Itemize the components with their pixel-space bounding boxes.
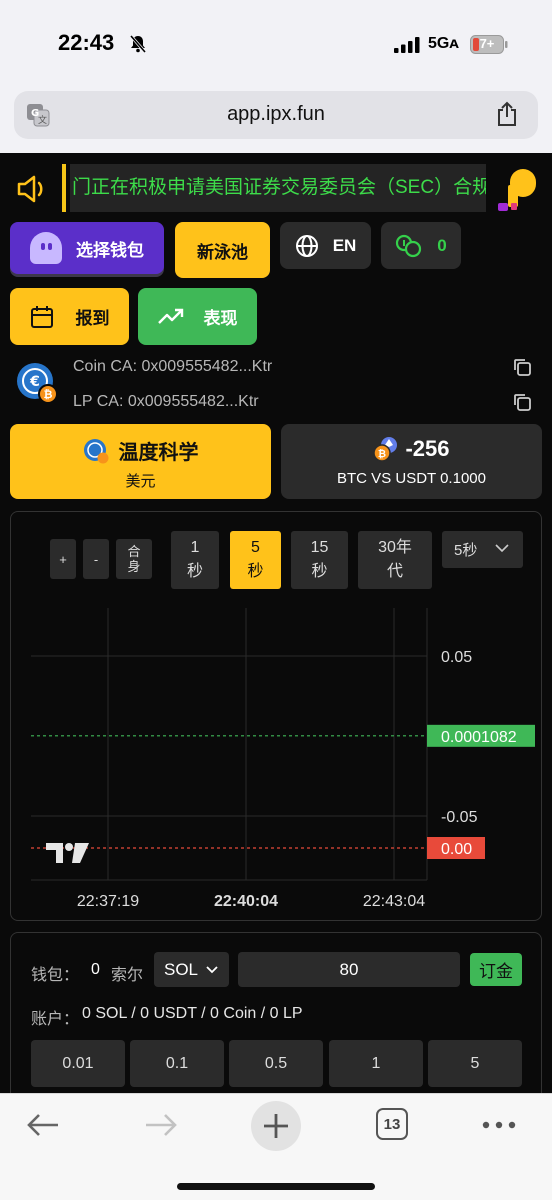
interval-5s-button[interactable]: 5秒 <box>230 531 281 589</box>
trending-up-icon <box>157 308 183 324</box>
speaker-icon <box>17 175 43 203</box>
svg-text:₿: ₿ <box>44 388 53 401</box>
new-tab-button[interactable] <box>251 1101 301 1151</box>
marquee-divider <box>62 164 66 212</box>
lp-ca-value: 0x009555482...Ktr <box>127 393 259 410</box>
battery-level: 7+ <box>479 36 495 51</box>
quick-amount-button[interactable]: 1 <box>329 1040 423 1087</box>
order-button[interactable]: 订金 <box>470 953 522 986</box>
coins-icon <box>396 234 422 257</box>
chart-panel: 0.05 -0.05 0.0001082 0.00 22:37:19 22:40:04 22… <box>10 511 542 921</box>
interval-1s-button[interactable]: 1秒 <box>171 531 219 589</box>
signal-icon <box>394 37 420 53</box>
select-wallet-label: 选择钱包 <box>76 240 144 260</box>
lp-ca-label: LP CA: <box>73 393 124 410</box>
language-label: EN <box>332 235 357 255</box>
coin-balance-button[interactable]: 0 <box>381 222 461 269</box>
x-tick-label: 22:40:04 <box>214 893 278 910</box>
coin-count: 0 <box>437 235 447 255</box>
forward-arrow-icon[interactable] <box>144 1112 178 1138</box>
chevron-down-icon <box>206 965 218 973</box>
calendar-icon <box>30 305 53 328</box>
pair-card-title: ₿ -256 <box>281 436 542 462</box>
pair-card[interactable]: ₿ -256 BTC VS USDT 0.1000 <box>281 424 542 499</box>
new-pool-button[interactable]: 新泳池 <box>175 222 270 278</box>
currency-select[interactable]: SOL <box>154 952 229 987</box>
browser-top-chrome: 22:43 5Gᴀ 7+ G 文 app.ipx.fun <box>0 0 552 153</box>
new-pool-label: 新泳池 <box>197 242 248 262</box>
usdc-coin-icon: € ₿ <box>17 363 58 404</box>
token-name: 温度科学 <box>118 442 199 464</box>
home-indicator <box>177 1183 375 1190</box>
current-price-label: 0.0001082 <box>441 729 517 746</box>
more-dots-icon[interactable] <box>482 1121 516 1129</box>
zoom-out-button[interactable]: - <box>83 539 109 579</box>
svg-text:₿: ₿ <box>378 448 386 460</box>
globe-icon <box>295 234 318 257</box>
currency-value: SOL <box>164 959 199 979</box>
coin-ca-row: Coin CA: 0x009555482...Ktr <box>73 358 272 376</box>
quick-amount-button[interactable]: 5 <box>428 1040 522 1087</box>
account-label: 账户： <box>31 1011 80 1028</box>
y-tick-label: -0.05 <box>441 809 478 826</box>
quick-amount-button[interactable]: 0.01 <box>31 1040 125 1087</box>
copy-coin-ca-icon[interactable] <box>512 357 532 377</box>
interval-15s-button[interactable]: 15秒 <box>291 531 348 589</box>
pair-value: -256 <box>405 436 450 461</box>
token-card[interactable]: 温度科学 美元 <box>10 424 271 499</box>
interval-select-value: 5秒 <box>454 542 478 559</box>
url-text[interactable]: app.ipx.fun <box>14 103 538 126</box>
x-tick-label: 22:43:04 <box>363 893 425 910</box>
account-value: 0 SOL / 0 USDT / 0 Coin / 0 LP <box>82 1005 303 1022</box>
quick-amount-button[interactable]: 0.1 <box>130 1040 224 1087</box>
token-unit: 美元 <box>125 473 156 490</box>
chevron-down-icon <box>495 544 509 553</box>
token-coin-icon <box>83 438 108 463</box>
status-time: 22:43 <box>58 30 115 55</box>
performance-label: 表现 <box>203 309 238 328</box>
token-card-title: 温度科学 <box>10 436 271 465</box>
wallet-amount: 0 <box>91 961 100 978</box>
tradingview-logo-icon <box>46 843 89 863</box>
app-logo[interactable] <box>496 167 540 211</box>
announcement-bar: 门正在积极申请美国证券交易委员会（SEC）合规批 <box>10 162 486 214</box>
y-tick-label: 0.05 <box>441 649 472 666</box>
network-type: 5Gᴀ <box>428 35 459 52</box>
performance-button[interactable]: 表现 <box>138 288 257 345</box>
tabs-count-button[interactable]: 13 <box>376 1108 408 1140</box>
quick-amount-button[interactable]: 0.5 <box>229 1040 323 1087</box>
pair-name: BTC VS USDT 0.1000 <box>337 470 486 487</box>
share-icon[interactable] <box>496 101 518 127</box>
back-arrow-icon[interactable] <box>26 1112 60 1138</box>
url-bar[interactable]: G 文 app.ipx.fun <box>14 91 538 139</box>
language-button[interactable]: EN <box>280 222 371 269</box>
browser-bottom-toolbar: 13 <box>0 1093 552 1200</box>
check-in-label: 报到 <box>75 309 110 328</box>
svg-text:€: € <box>29 374 40 390</box>
fit-button[interactable]: 合身 <box>116 539 152 579</box>
select-wallet-button[interactable]: 选择钱包 <box>10 222 164 274</box>
bell-muted-icon <box>129 35 147 53</box>
wallet-label: 钱包： <box>31 967 80 984</box>
copy-lp-ca-icon[interactable] <box>512 392 532 412</box>
check-in-button[interactable]: 报到 <box>10 288 129 345</box>
coin-ca-value: 0x009555482...Ktr <box>141 358 273 375</box>
trade-panel: 钱包： 0 索尔 SOL 订金 账户： 0 SOL / 0 USDT / 0 C… <box>10 932 542 1102</box>
amount-input[interactable] <box>238 952 460 987</box>
phantom-ghost-icon <box>30 232 62 264</box>
plus-icon <box>264 1114 288 1138</box>
interval-select[interactable]: 5秒 <box>442 531 523 568</box>
app-page: 门正在积极申请美国证券交易委员会（SEC）合规批 选择钱包 新泳池 EN 0 报… <box>0 153 552 1102</box>
interval-30-button[interactable]: 30年代 <box>358 531 432 589</box>
lp-ca-row: LP CA: 0x009555482...Ktr <box>73 393 259 411</box>
wallet-unit: 索尔 <box>111 967 144 984</box>
btc-eth-icon: ₿ <box>373 437 398 462</box>
announcement-text: 门正在积极申请美国证券交易委员会（SEC）合规批 <box>70 164 486 212</box>
zoom-in-button[interactable]: + <box>50 539 76 579</box>
x-tick-label: 22:37:19 <box>77 893 139 910</box>
base-price-label: 0.00 <box>441 841 472 858</box>
coin-ca-label: Coin CA: <box>73 358 138 375</box>
